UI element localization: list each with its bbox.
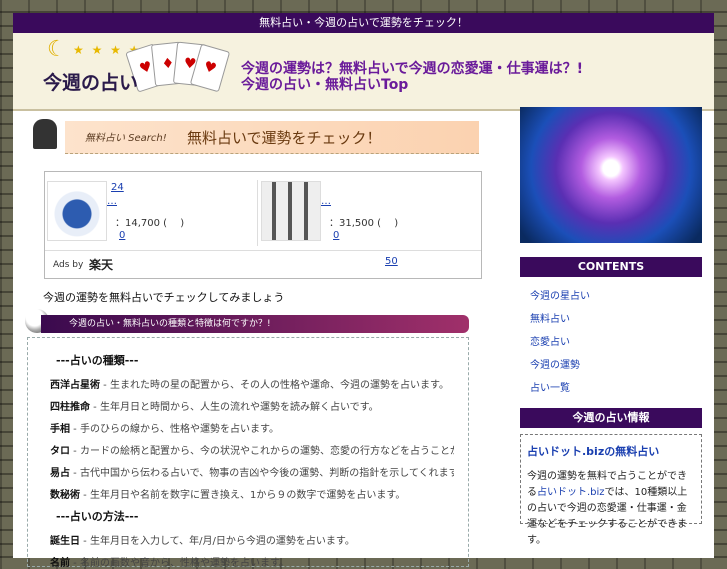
contents-menu: 今週の星占い 無料占い 恋愛占い 今週の運勢 占い一覧 [520, 277, 702, 394]
ad-item: … ：31,500 ( ) 0 [259, 178, 459, 248]
site-title-line2[interactable]: 今週の占い・無料占いTop [241, 77, 681, 93]
section-title: 今週の占い・無料占いの種類と特徴は何ですか？! [41, 315, 469, 333]
ad-footer: Ads by 楽天 50 [45, 250, 481, 277]
contents-heading: CONTENTS [520, 257, 702, 277]
list-header: ---占いの方法--- [56, 510, 139, 523]
list-item: 易占 - 古代中国から伝わる占いで、物事の吉凶や今後の運勢、判断の指針を示してく… [50, 464, 454, 479]
item-name: 数秘術 [50, 490, 80, 501]
list-item: 西洋占星術 - 生まれた時の星の配置から、その人の性格や運命、今週の運勢を占いま… [50, 380, 449, 391]
item-desc: 生年月日や名前を数字に置き換え、1から９の数字で運勢を占います。 [89, 490, 406, 501]
item-name: 手相 [50, 424, 70, 435]
moon-icon: ☾ [47, 37, 67, 62]
list-header: ---占いの種類--- [56, 354, 139, 367]
ad-price: ：14,700 ( ) [115, 218, 185, 229]
info-inline-link[interactable]: 占いドット.biz [537, 487, 605, 498]
ad-link[interactable]: 24 [111, 182, 124, 193]
site-logo[interactable]: ☾ ★ ★ ★ ★ ♥ ♦ ♥ ♥ 今週の占い [43, 37, 231, 99]
intro-text: 今週の運勢を無料占いでチェックしてみましょう [43, 291, 285, 304]
menu-item[interactable]: 今週の星占い [530, 287, 702, 302]
teacup-image[interactable] [47, 181, 107, 241]
menu-item[interactable]: 無料占い [530, 310, 702, 325]
item-desc: 生年月日を入力して、年/月/日から今週の運勢を占います。 [89, 536, 355, 547]
top-banner: 無料占い・今週の占いで運勢をチェック！ [13, 13, 714, 33]
search-strip: 無料占い Search! 無料占いで運勢をチェック！ [65, 121, 479, 154]
item-name: 名前 [50, 558, 70, 569]
search-banner: 無料占い Search! 無料占いで運勢をチェック！ [27, 117, 483, 154]
page-frame: 無料占い・今週の占いで運勢をチェック！ ☾ ★ ★ ★ ★ ♥ ♦ ♥ ♥ 今週… [13, 13, 714, 569]
more-ads-link[interactable]: 50 [385, 256, 398, 267]
site-title-line1[interactable]: 今週の運勢は？無料占いで今週の恋愛運・仕事運は？! [241, 61, 681, 77]
menu-item[interactable]: 占い一覧 [530, 379, 702, 394]
ad-link[interactable]: … [321, 196, 331, 207]
ads-by-label: Ads by [53, 260, 84, 270]
item-name: 西洋占星術 [50, 380, 100, 391]
item-name: 易占 [50, 468, 70, 479]
info-text: 今週の運勢を無料で占うことができる占いドット.bizでは、10種類以上の占いで今… [527, 469, 695, 549]
gift-box-image[interactable] [261, 181, 321, 241]
section-heading: 今週の占い・無料占いの種類と特徴は何ですか？! [25, 309, 483, 333]
main-content: 無料占い Search! 無料占いで運勢をチェック！ 24 … ：14,700 … [25, 113, 483, 569]
divider [257, 180, 258, 246]
item-desc: カードの絵柄と配置から、今の状況やこれからの運勢、恋愛の行方などを占うことができ… [79, 446, 454, 457]
list-item: 四柱推命 - 生年月日と時間から、人生の流れや運勢を読み解く占いです。 [50, 402, 379, 413]
info-heading: 今週の占い情報 [520, 408, 702, 428]
logo-text: 今週の占い [43, 72, 139, 94]
item-desc: 生まれた時の星の配置から、その人の性格や運命、今週の運勢を占います。 [109, 380, 449, 391]
list-item: タロ - カードの絵柄と配置から、今の状況やこれからの運勢、恋愛の行方などを占う… [50, 442, 454, 457]
crystal-ball-image [520, 107, 702, 243]
info-link[interactable]: 占いドット.bizの無料占い [527, 443, 695, 459]
search-title: 無料占いで運勢をチェック！ [187, 129, 382, 147]
fortune-teller-icon [33, 119, 57, 149]
item-name: 四柱推命 [50, 402, 90, 413]
item-desc: 手のひらの線から、性格や運勢を占います。 [79, 424, 279, 435]
site-header: ☾ ★ ★ ★ ★ ♥ ♦ ♥ ♥ 今週の占い 今週の運勢は？無料占いで今週の恋… [13, 33, 714, 111]
item-desc: 生年月日と時間から、人生の流れや運勢を読み解く占いです。 [99, 402, 379, 413]
item-name: 誕生日 [50, 536, 80, 547]
fortune-list: ---占いの種類--- 西洋占星術 - 生まれた時の星の配置から、その人の性格や… [27, 337, 469, 569]
search-tag: 無料占い Search! [85, 133, 167, 144]
list-item: 名前 - 名前の画数や音から、性格や運勢を占います。 [50, 558, 289, 569]
item-desc: 名前の画数や音から、性格や運勢を占います。 [79, 558, 289, 569]
info-box: 占いドット.bizの無料占い 今週の運勢を無料で占うことができる占いドット.bi… [520, 434, 702, 546]
item-desc: 古代中国から伝わる占いで、物事の吉凶や今後の運勢、判断の指針を示してくれます。 [79, 468, 454, 479]
list-item: 数秘術 - 生年月日や名前を数字に置き換え、1から９の数字で運勢を占います。 [50, 490, 406, 501]
ad-review-link[interactable]: 0 [119, 230, 125, 241]
menu-item[interactable]: 恋愛占い [530, 333, 702, 348]
item-name: タロ [50, 446, 70, 457]
rakuten-logo[interactable]: 楽天 [89, 256, 113, 273]
ad-link[interactable]: … [107, 196, 117, 207]
ad-review-link[interactable]: 0 [333, 230, 339, 241]
ad-price: ：31,500 ( ) [329, 218, 399, 229]
ad-item: 24 … ：14,700 ( ) 0 [45, 178, 245, 248]
list-item: 手相 - 手のひらの線から、性格や運勢を占います。 [50, 424, 279, 435]
ad-panel: 24 … ：14,700 ( ) 0 … ：31,500 ( ) 0 Ads b… [44, 171, 482, 279]
menu-item[interactable]: 今週の運勢 [530, 356, 702, 371]
site-title[interactable]: 今週の運勢は？無料占いで今週の恋愛運・仕事運は？! 今週の占い・無料占いTop [241, 61, 681, 93]
sidebar: CONTENTS 今週の星占い 無料占い 恋愛占い 今週の運勢 占い一覧 今週の… [520, 107, 702, 546]
